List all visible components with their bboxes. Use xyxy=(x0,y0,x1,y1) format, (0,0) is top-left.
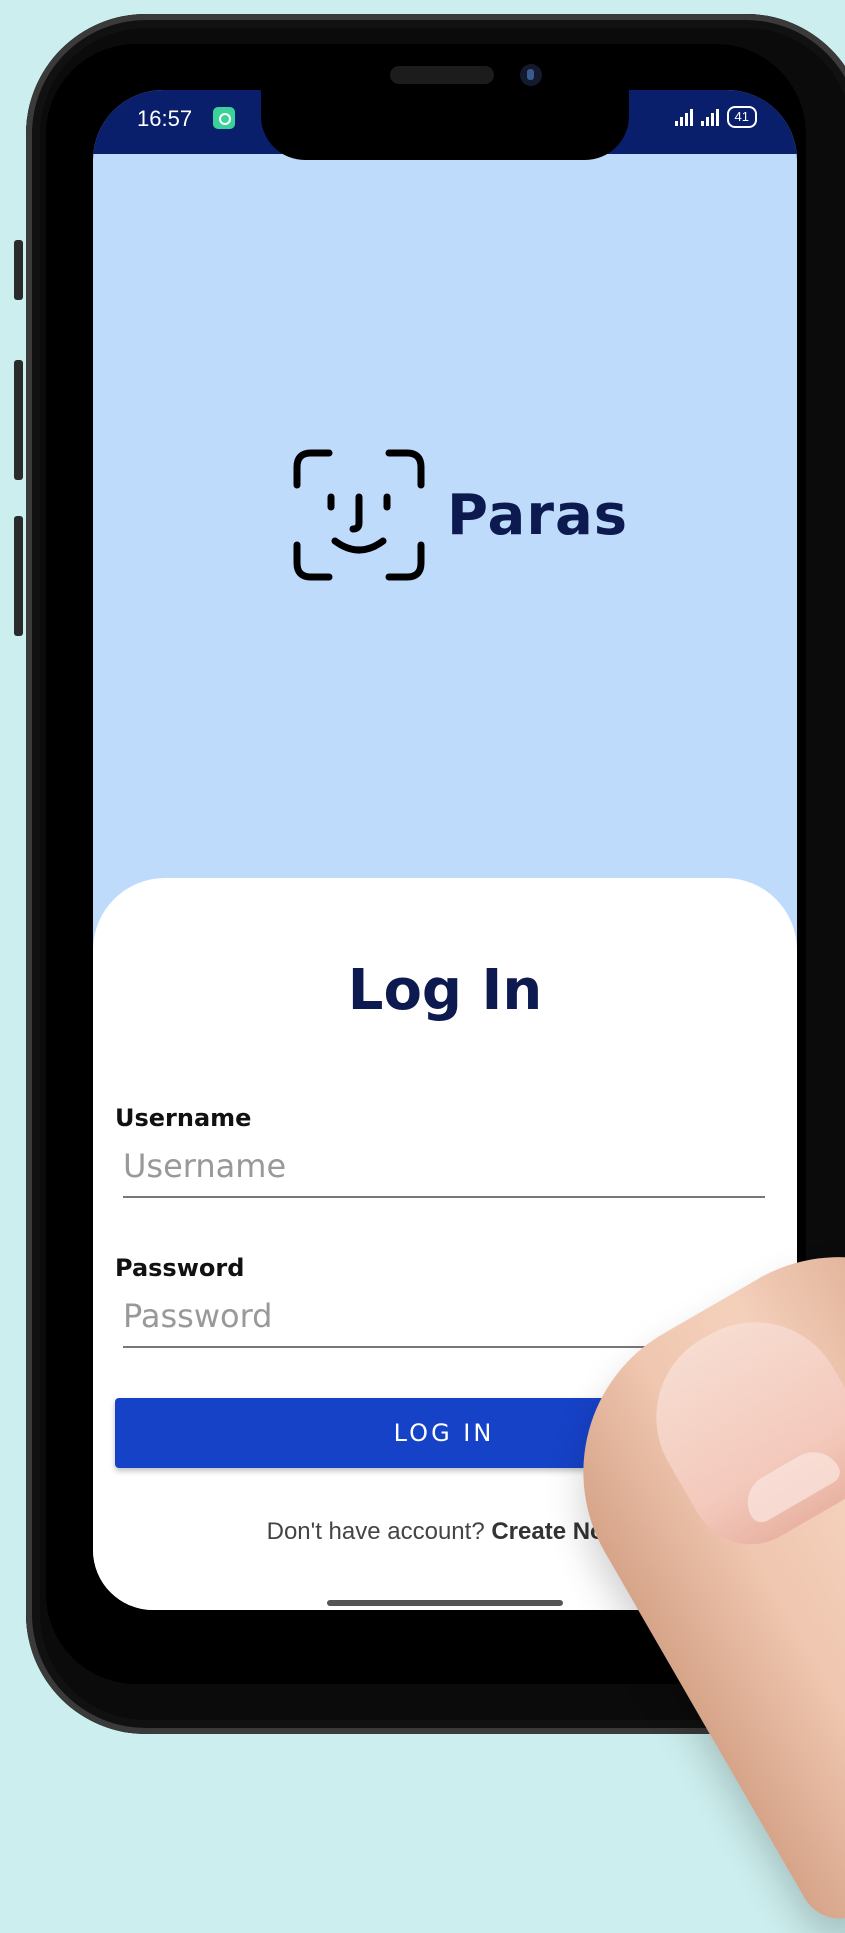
status-icons: 41 xyxy=(674,106,757,128)
phone-notch xyxy=(261,84,629,160)
username-input[interactable] xyxy=(123,1140,765,1198)
brand-logo: Paras xyxy=(289,445,628,585)
phone-volume-up xyxy=(14,360,23,480)
phone-mute-switch xyxy=(14,240,23,300)
battery-icon: 41 xyxy=(726,106,757,128)
signal-icon-2 xyxy=(700,108,719,126)
page-title: Log In xyxy=(347,958,543,1023)
signup-prompt: Don't have account? xyxy=(266,1518,485,1545)
face-id-icon xyxy=(293,449,425,581)
username-label: Username xyxy=(115,1104,252,1132)
brand-name: Paras xyxy=(447,482,629,548)
signal-icon xyxy=(674,108,693,126)
phone-volume-down xyxy=(14,516,23,636)
app-notification-icon xyxy=(213,107,235,129)
password-label: Password xyxy=(115,1254,245,1282)
phone-speaker xyxy=(390,66,494,84)
status-time: 16:57 xyxy=(137,106,193,131)
nail-highlight xyxy=(737,1441,844,1527)
front-camera xyxy=(520,64,542,86)
home-indicator[interactable] xyxy=(327,1600,563,1606)
